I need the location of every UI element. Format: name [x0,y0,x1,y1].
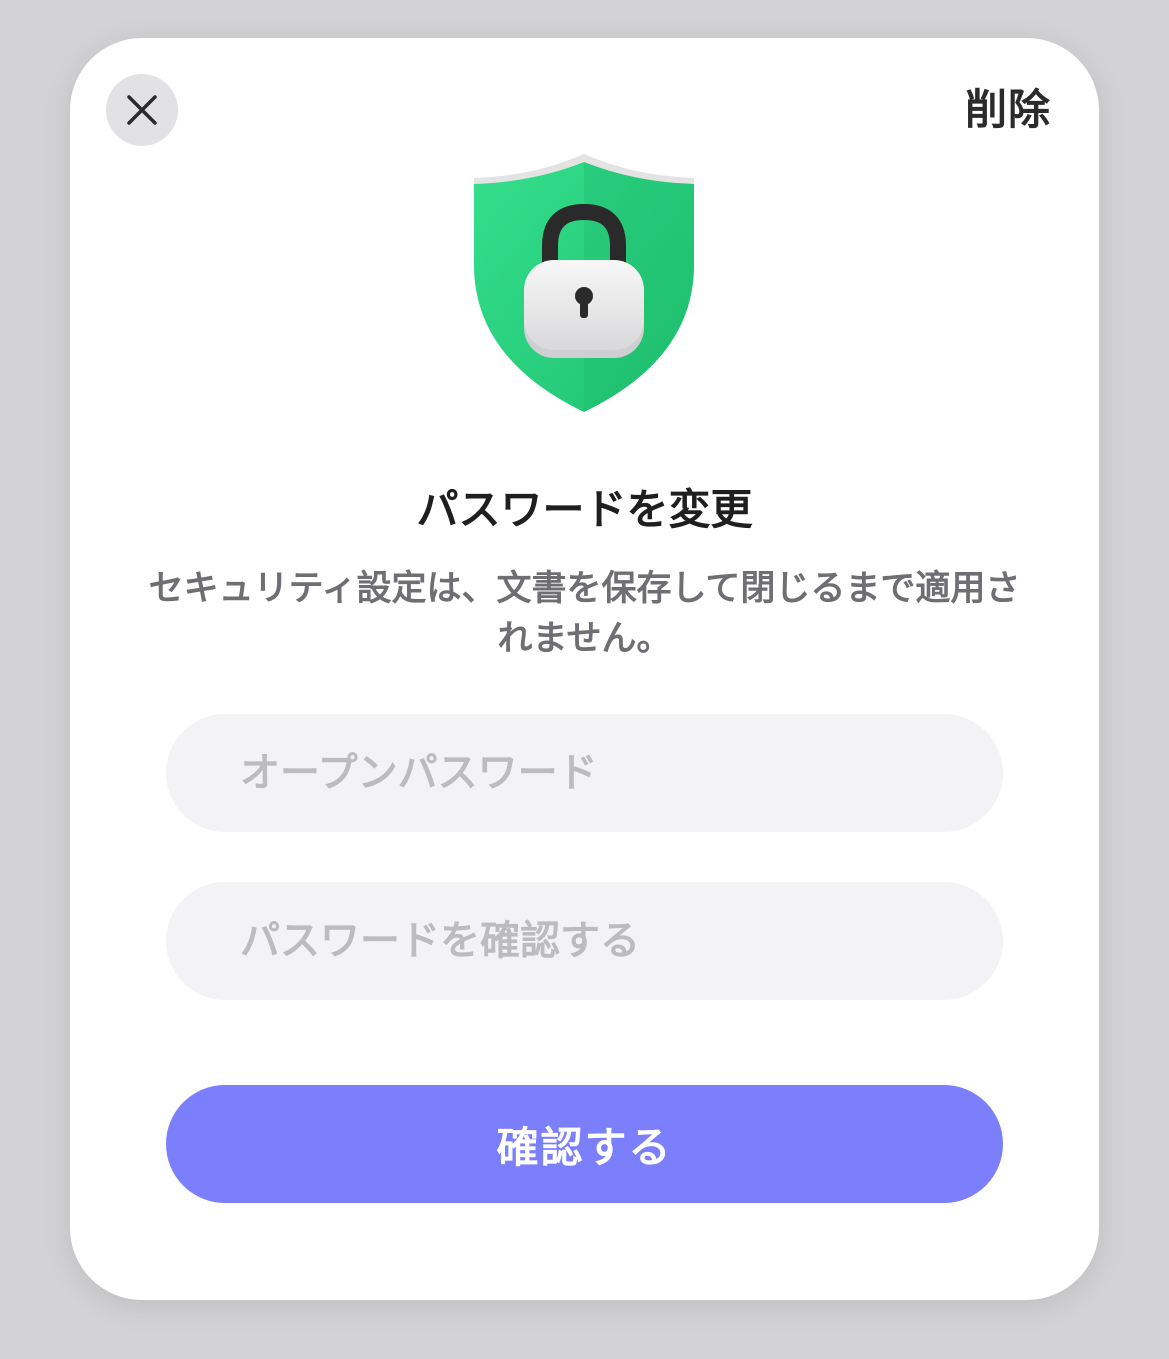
open-password-input[interactable] [238,749,931,797]
open-password-field[interactable] [166,714,1003,832]
confirm-password-input[interactable] [238,917,931,965]
delete-button[interactable]: 削除 [965,82,1051,138]
confirm-button[interactable]: 確認する [166,1085,1003,1203]
confirm-password-field[interactable] [166,882,1003,1000]
dialog-title: パスワードを変更 [416,485,753,534]
close-icon [127,95,157,125]
dialog-description: セキュリティ設定は、文書を保存して閉じるまで適用されません。 [148,569,1021,659]
change-password-dialog: 削除 パスワードを変更 セキュリティ設定は、文書を保存して閉じるまで適用されませ… [70,38,1099,1300]
close-button[interactable] [106,74,178,146]
shield-lock-icon [474,154,694,412]
